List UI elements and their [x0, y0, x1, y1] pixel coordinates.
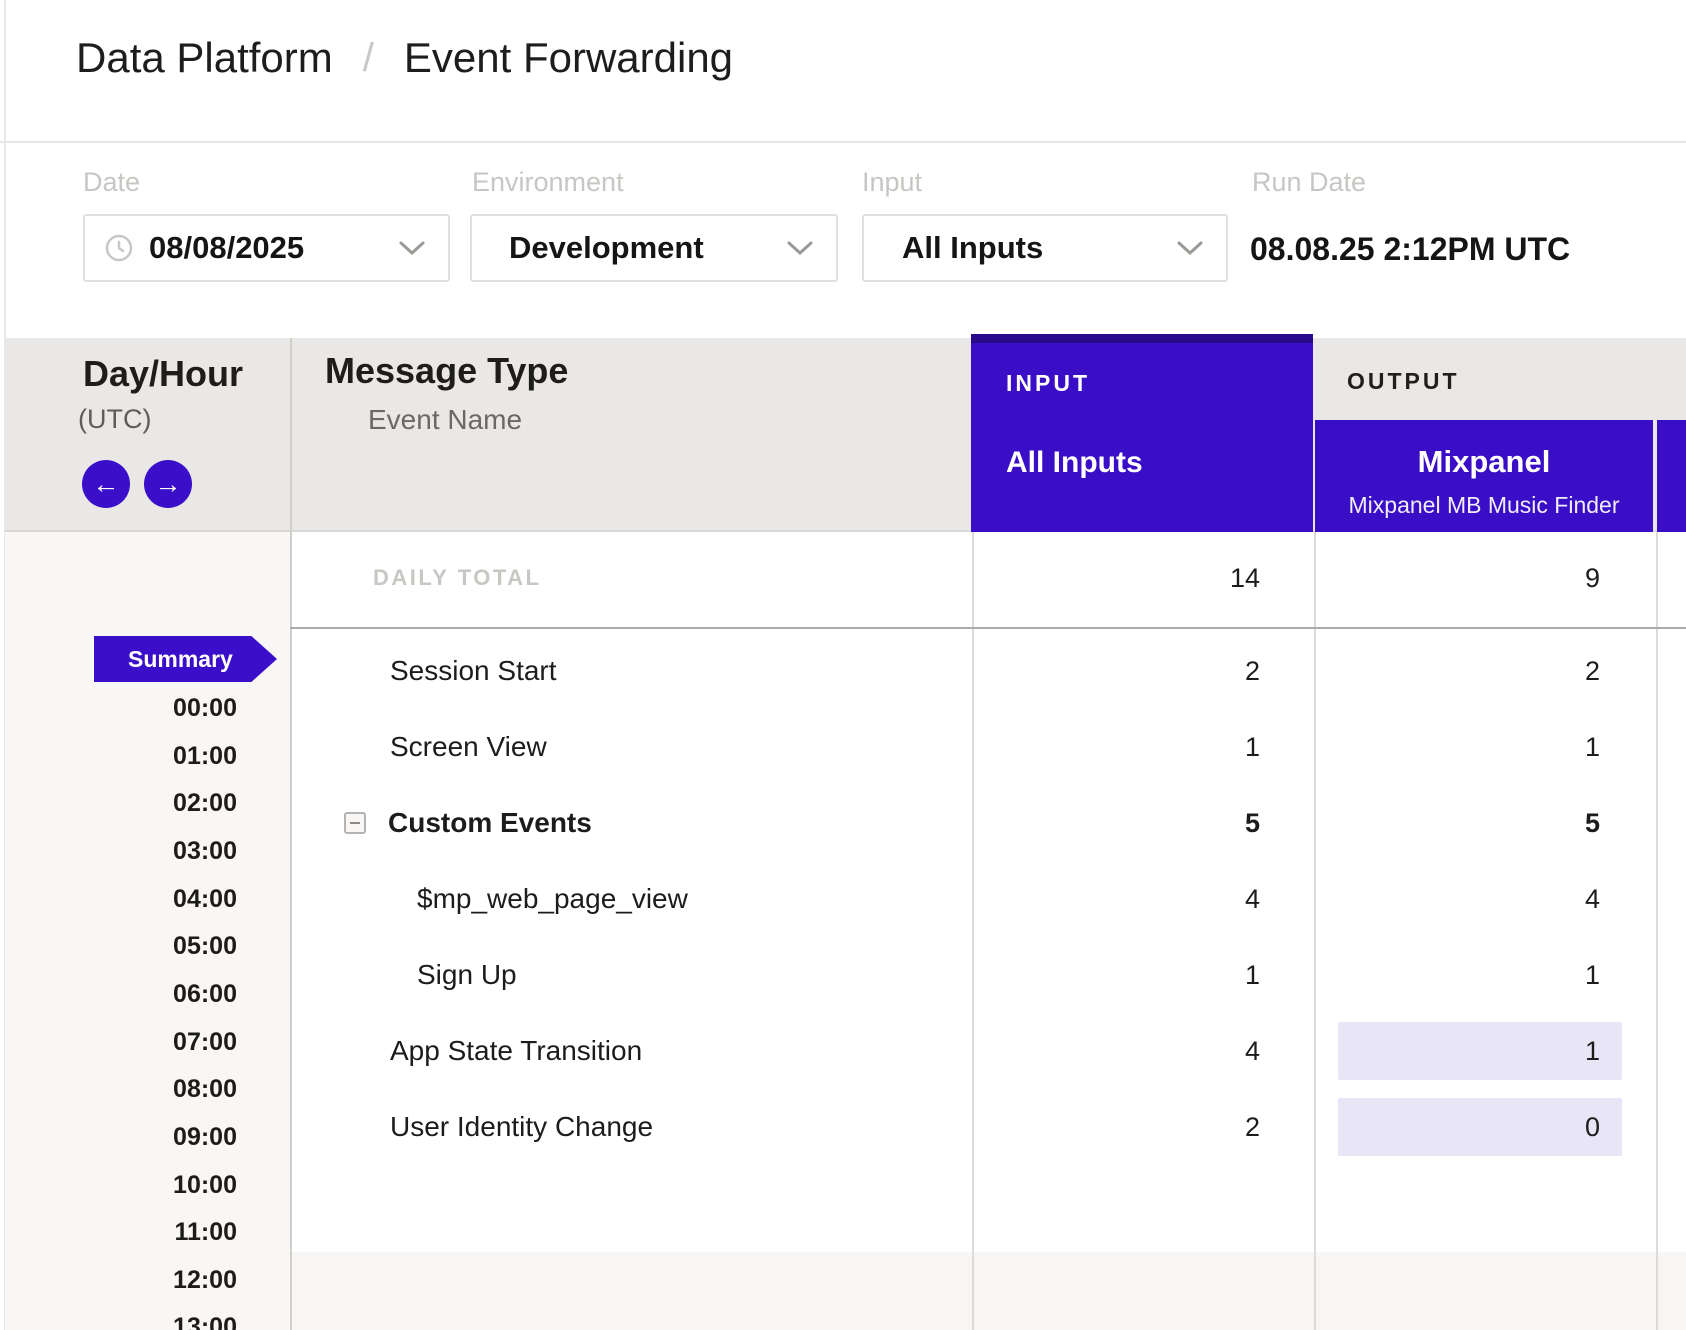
mixpanel-column-header[interactable]: Mixpanel Mixpanel MB Music Finder — [1315, 420, 1653, 532]
row-label-sign-up: Sign Up — [417, 937, 517, 1013]
input-filter-label: Input — [862, 167, 922, 198]
mixpanel-column-subtitle: Mixpanel MB Music Finder — [1315, 492, 1653, 519]
cell-custom-events-output: 5 — [1314, 785, 1600, 861]
header-divider — [0, 141, 1686, 143]
row-label-screen-view: Screen View — [390, 709, 547, 785]
cell-custom-events-input: 5 — [972, 785, 1260, 861]
arrow-right-icon: → — [155, 469, 182, 500]
next-day-button[interactable]: → — [144, 460, 192, 508]
chevron-down-icon — [786, 240, 814, 256]
hour-row-0600[interactable]: 06:00 — [60, 980, 237, 1008]
breadcrumb-event-forwarding: Event Forwarding — [404, 34, 733, 82]
run-date-label: Run Date — [1252, 167, 1366, 198]
cell-screen-view-input: 1 — [972, 709, 1260, 785]
daily-total-divider — [290, 627, 1686, 629]
environment-dropdown[interactable]: Development — [470, 214, 838, 282]
arrow-left-icon: ← — [93, 469, 120, 500]
hour-row-1300[interactable]: 13:00 — [60, 1313, 237, 1330]
hours-column-divider — [290, 338, 292, 1330]
input-dropdown[interactable]: All Inputs — [862, 214, 1228, 282]
row-label-user-identity-change: User Identity Change — [390, 1089, 653, 1165]
chevron-down-icon — [398, 240, 426, 256]
collapse-custom-events-icon[interactable] — [344, 812, 366, 834]
daily-total-label: DAILY TOTAL — [373, 565, 541, 591]
cell-app-state-transition-input: 4 — [972, 1013, 1260, 1089]
grid-footer-band — [290, 1252, 1686, 1330]
breadcrumb-separator: / — [363, 36, 374, 81]
cell-session-start-input: 2 — [972, 633, 1260, 709]
hour-row-0700[interactable]: 07:00 — [60, 1028, 237, 1056]
cell-user-identity-change-output: 0 — [1314, 1089, 1600, 1165]
day-hour-column-title: Day/Hour — [83, 353, 243, 395]
hour-row-0500[interactable]: 05:00 — [60, 932, 237, 960]
environment-value: Development — [509, 230, 704, 266]
hour-row-0900[interactable]: 09:00 — [60, 1123, 237, 1151]
chevron-down-icon — [1176, 240, 1204, 256]
cell-mp-web-page-view-input: 4 — [972, 861, 1260, 937]
event-forwarding-page: Data Platform / Event Forwarding Date 08… — [0, 0, 1686, 1330]
day-hour-column-subtitle: (UTC) — [78, 404, 151, 435]
input-section-label: INPUT — [1006, 370, 1090, 397]
hour-row-0300[interactable]: 03:00 — [60, 837, 237, 865]
row-label-mp-web-page-view: $mp_web_page_view — [417, 861, 688, 937]
environment-filter-label: Environment — [472, 167, 624, 198]
daily-total-input-value: 14 — [972, 563, 1260, 594]
cell-session-start-output: 2 — [1314, 633, 1600, 709]
run-date-value: 08.08.25 2:12PM UTC — [1250, 231, 1570, 268]
input-column-title: All Inputs — [1006, 446, 1143, 480]
cell-mp-web-page-view-output: 4 — [1314, 861, 1600, 937]
next-output-column-header[interactable] — [1657, 420, 1686, 532]
output-section-label: OUTPUT — [1347, 368, 1460, 395]
row-label-app-state-transition: App State Transition — [390, 1013, 642, 1089]
hour-row-1100[interactable]: 11:00 — [60, 1218, 237, 1246]
hour-row-0400[interactable]: 04:00 — [60, 885, 237, 913]
date-value: 08/08/2025 — [149, 230, 304, 266]
hour-row-1000[interactable]: 10:00 — [60, 1171, 237, 1199]
input-value: All Inputs — [902, 230, 1043, 266]
row-label-custom-events: Custom Events — [388, 785, 592, 861]
hour-row-0100[interactable]: 01:00 — [60, 742, 237, 770]
grid-line — [1656, 532, 1658, 1330]
summary-tab[interactable]: Summary — [94, 636, 277, 682]
row-label-session-start: Session Start — [390, 633, 557, 709]
daily-total-output-value: 9 — [1314, 563, 1600, 594]
hour-row-0000[interactable]: 00:00 — [60, 694, 237, 722]
input-column-header-accent — [971, 334, 1313, 343]
message-type-column-title: Message Type — [325, 350, 568, 392]
minus-icon — [350, 822, 360, 824]
hour-row-0200[interactable]: 02:00 — [60, 789, 237, 817]
message-type-column-subtitle: Event Name — [368, 404, 522, 436]
input-column-header[interactable]: INPUT All Inputs — [971, 334, 1313, 532]
date-filter-label: Date — [83, 167, 140, 198]
breadcrumb: Data Platform / Event Forwarding — [76, 34, 733, 82]
clock-icon — [105, 234, 133, 262]
cell-sign-up-input: 1 — [972, 937, 1260, 1013]
cell-screen-view-output: 1 — [1314, 709, 1600, 785]
hour-row-0800[interactable]: 08:00 — [60, 1075, 237, 1103]
date-dropdown[interactable]: 08/08/2025 — [83, 214, 450, 282]
breadcrumb-data-platform[interactable]: Data Platform — [76, 34, 333, 82]
cell-app-state-transition-output: 1 — [1314, 1013, 1600, 1089]
mixpanel-column-title: Mixpanel — [1315, 444, 1653, 480]
hour-row-1200[interactable]: 12:00 — [60, 1266, 237, 1294]
previous-day-button[interactable]: ← — [82, 460, 130, 508]
cell-sign-up-output: 1 — [1314, 937, 1600, 1013]
cell-user-identity-change-input: 2 — [972, 1089, 1260, 1165]
